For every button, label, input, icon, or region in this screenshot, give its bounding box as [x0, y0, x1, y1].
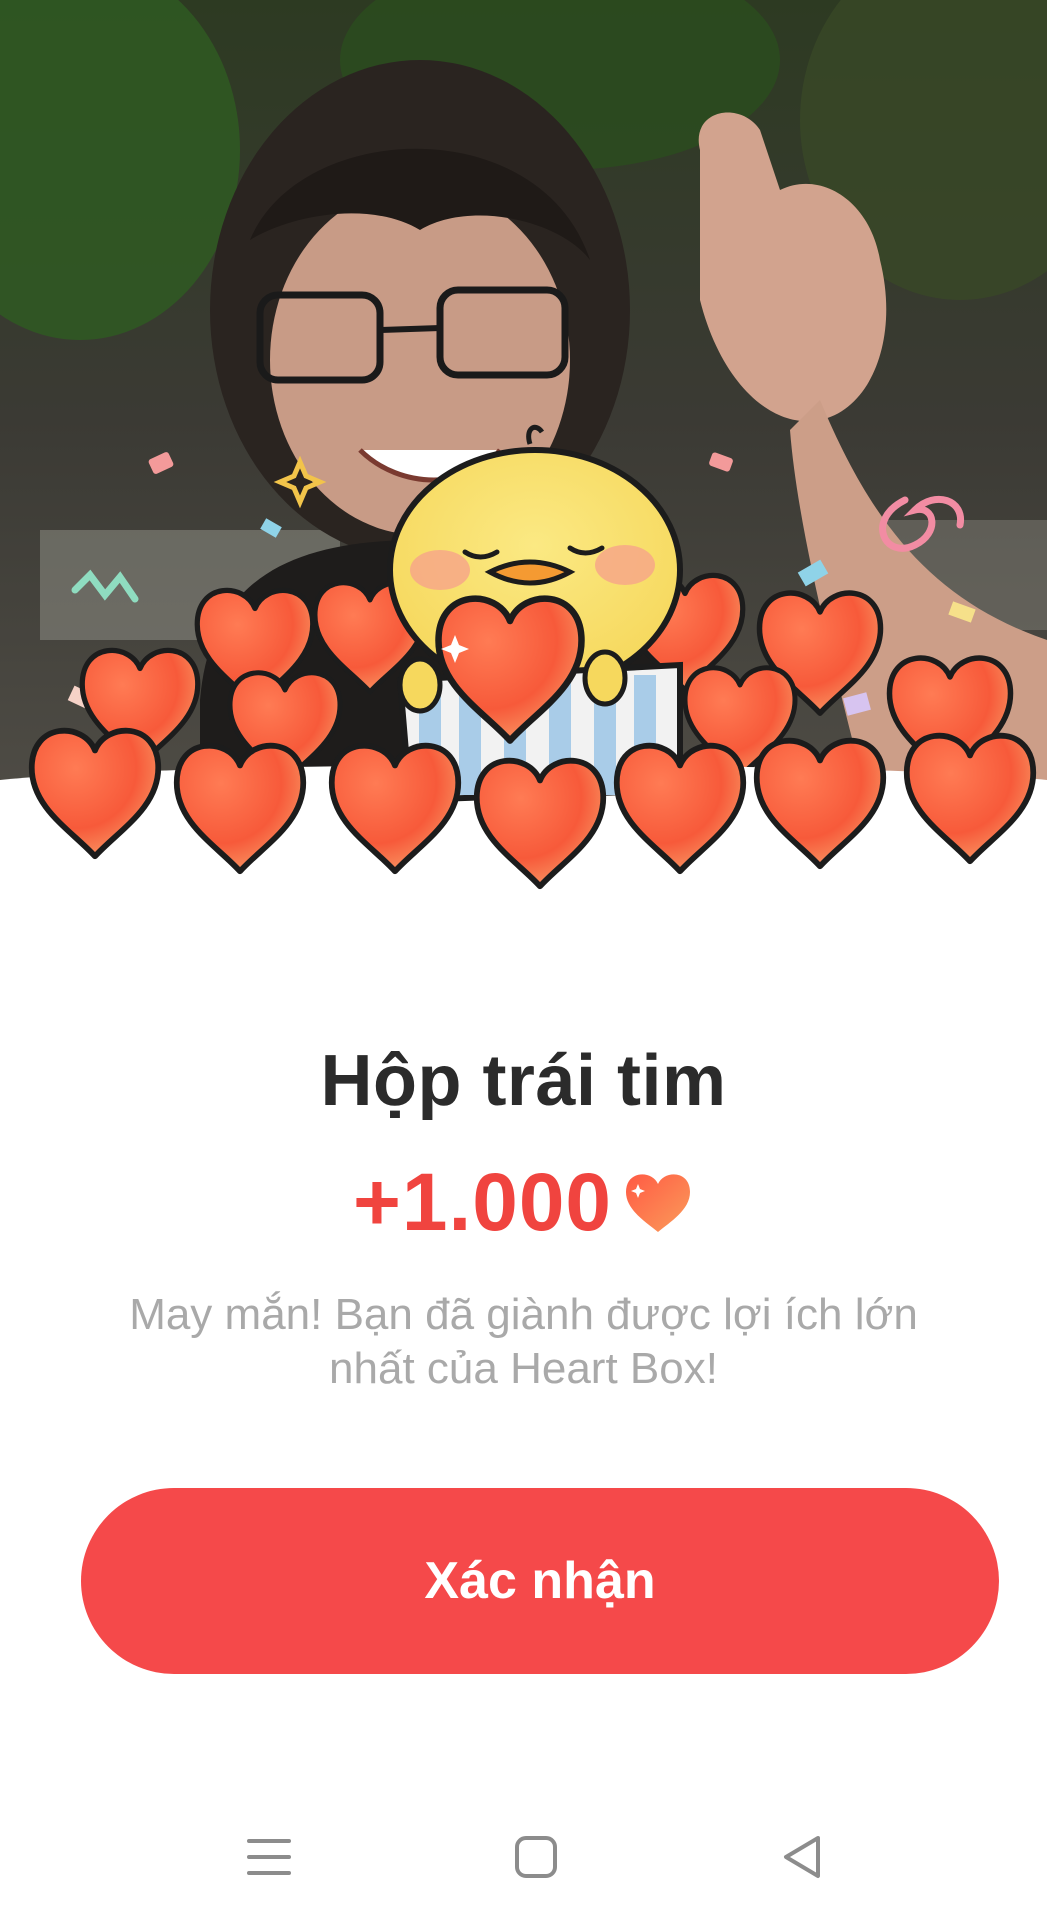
reward-description: May mắn! Bạn đã giành được lợi ích lớn n… [129, 1290, 918, 1393]
nav-home-button[interactable] [491, 1812, 581, 1902]
home-square-icon [515, 1836, 557, 1878]
confirm-button[interactable]: Xác nhận [81, 1488, 999, 1674]
heart-icon [612, 1168, 694, 1239]
reward-amount-row: +1.000 [0, 1157, 1047, 1248]
nav-back-button[interactable] [757, 1812, 847, 1902]
reward-amount: +1.000 [352, 1157, 613, 1248]
nav-recents-button[interactable] [224, 1812, 314, 1902]
heart-box-reward-screen: Hộp trái tim +1.000 May mắn! Bạn đã giàn… [0, 0, 1047, 1924]
dialog-title: Hộp trái tim [320, 1041, 727, 1121]
back-triangle-icon [784, 1836, 820, 1878]
menu-icon [247, 1839, 291, 1875]
reward-banner [0, 0, 1047, 930]
confirm-button-label: Xác nhận [424, 1552, 656, 1610]
reward-illustration [0, 0, 1047, 930]
system-nav-bar [0, 1790, 1047, 1924]
